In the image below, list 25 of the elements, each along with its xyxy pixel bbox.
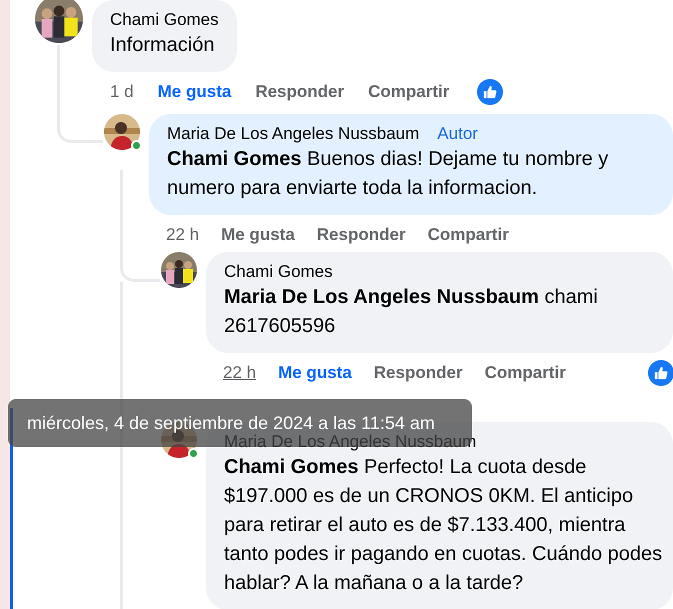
- like-icon[interactable]: [648, 360, 673, 386]
- action-link[interactable]: Compartir: [428, 222, 509, 248]
- action-link[interactable]: Responder: [374, 360, 463, 386]
- author-name[interactable]: Maria De Los Angeles Nussbaum: [167, 123, 420, 145]
- like-icon[interactable]: [477, 79, 504, 105]
- action-link[interactable]: Compartir: [368, 79, 450, 105]
- author-label: Autor: [437, 123, 478, 145]
- timestamp-link[interactable]: 22 h: [166, 222, 200, 248]
- avatar-icon[interactable]: [35, 0, 83, 43]
- author-name[interactable]: Chami Gomes: [110, 9, 219, 31]
- action-link[interactable]: Me gusta: [221, 222, 295, 248]
- comment-text: Chami Gomes Buenos dias! Dejame tu nombre y numero para enviarte toda la informacion.: [167, 147, 610, 201]
- action-link[interactable]: Me gusta: [278, 360, 352, 386]
- action-link[interactable]: Compartir: [484, 360, 566, 386]
- timestamp-link[interactable]: 1 d: [110, 79, 134, 105]
- action-link[interactable]: Responder: [316, 222, 406, 248]
- comment-text: Información: [110, 33, 216, 58]
- avatar-icon[interactable]: [104, 114, 140, 150]
- action-link[interactable]: Responder: [255, 79, 344, 105]
- avatar-icon[interactable]: [161, 252, 197, 288]
- timestamp-link[interactable]: 22 h: [223, 360, 256, 386]
- comment-text: Maria De Los Angeles Nussbaum chami 2617605596: [224, 285, 599, 339]
- action-link[interactable]: Me gusta: [158, 79, 232, 105]
- comment-text: Chami Gomes Perfecto! La cuota desde $197.000 es de un CRONOS 0KM. El anticipo para retirar el auto es de $7.133.400, mientra tanto podes ir pagando en cuotas. Cuándo podes hablar? A la mañana o a la tarde?: [224, 455, 664, 596]
- author-name[interactable]: Chami Gomes: [224, 261, 333, 283]
